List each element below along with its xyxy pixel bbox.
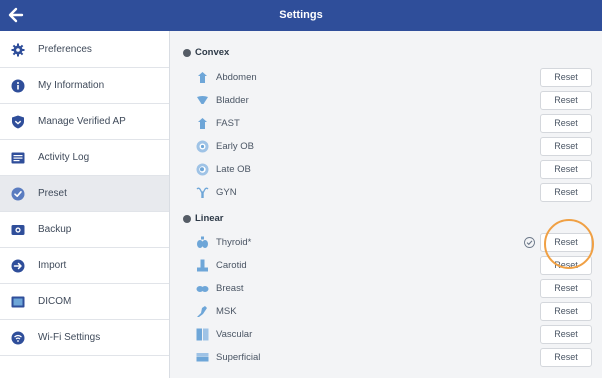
reset-button[interactable]: Reset (540, 183, 592, 202)
reset-button[interactable]: Reset (540, 68, 592, 87)
preset-label: Early OB (216, 141, 255, 152)
checkmark-circle-icon (524, 237, 535, 248)
reset-button[interactable]: Reset (540, 256, 592, 275)
preset-label: MSK (216, 306, 237, 317)
reset-button[interactable]: Reset (540, 137, 592, 156)
sidebar-item-manage-verified-ap[interactable]: Manage Verified AP (0, 104, 169, 140)
preset-row-superficial: Superficial Reset (170, 346, 602, 369)
reset-button[interactable]: Reset (540, 91, 592, 110)
sidebar-item-label: My Information (38, 80, 105, 91)
reset-button[interactable]: Reset (540, 325, 592, 344)
preset-row-gyn: GYN Reset (170, 181, 602, 204)
preset-label: Bladder (216, 95, 249, 106)
section-header-convex: Convex (183, 47, 229, 58)
preset-list: Convex Abdomen Reset Bladder Reset FAST … (170, 31, 602, 378)
sidebar-item-preferences[interactable]: Preferences (0, 32, 169, 68)
info-icon (11, 79, 25, 92)
bullet-icon (183, 214, 191, 223)
reset-button[interactable]: Reset (540, 279, 592, 298)
wifi-icon (11, 331, 25, 344)
preset-row-late-ob: Late OB Reset (170, 158, 602, 181)
gyn-icon (196, 187, 209, 198)
preset-label: Late OB (216, 164, 251, 175)
sidebar-item-activity-log[interactable]: Activity Log (0, 140, 169, 176)
sidebar-item-import[interactable]: Import (0, 248, 169, 284)
early-ob-icon (196, 140, 209, 153)
reset-button[interactable]: Reset (540, 114, 592, 133)
sidebar-item-label: Manage Verified AP (38, 116, 126, 127)
reset-button[interactable]: Reset (540, 348, 592, 367)
sidebar-item-label: Preset (38, 188, 67, 199)
preset-label: GYN (216, 187, 237, 198)
sidebar-item-label: Import (38, 260, 67, 271)
preset-label: Thyroid* (216, 237, 252, 248)
page-title: Settings (279, 9, 323, 21)
preset-row-early-ob: Early OB Reset (170, 135, 602, 158)
msk-icon (197, 306, 207, 317)
top-bar: Settings (0, 0, 602, 31)
sidebar-item-label: Preferences (38, 44, 92, 55)
carotid-icon (197, 259, 208, 272)
gear-icon (11, 43, 25, 56)
breast-icon (196, 286, 209, 292)
preset-row-abdomen: Abdomen Reset (170, 66, 602, 89)
fast-icon (198, 118, 207, 129)
sidebar-item-label: Activity Log (38, 152, 90, 163)
late-ob-icon (196, 163, 209, 176)
shield-icon (12, 115, 24, 128)
preset-row-bladder: Bladder Reset (170, 89, 602, 112)
vascular-icon (196, 328, 209, 341)
preset-row-breast: Breast Reset (170, 277, 602, 300)
sidebar-item-label: Wi-Fi Settings (38, 332, 101, 343)
reset-button[interactable]: Reset (540, 302, 592, 321)
preset-row-thyroid: Thyroid* Reset (170, 231, 602, 254)
sidebar: Preferences My Information Manage Verifi… (0, 31, 170, 378)
sidebar-item-dicom[interactable]: DICOM (0, 284, 169, 320)
bladder-icon (197, 96, 208, 104)
reset-button[interactable]: Reset (540, 160, 592, 179)
preset-label: Carotid (216, 260, 247, 271)
thyroid-icon (197, 236, 208, 248)
sidebar-item-label: Backup (38, 224, 72, 235)
preset-label: Abdomen (216, 72, 257, 83)
preset-row-vascular: Vascular Reset (170, 323, 602, 346)
checkmark-circle-icon (11, 187, 25, 200)
sidebar-item-wifi-settings[interactable]: Wi-Fi Settings (0, 320, 169, 356)
preset-label: Breast (216, 283, 244, 294)
reset-button[interactable]: Reset (540, 233, 592, 252)
preset-label: Vascular (216, 329, 253, 340)
preset-label: FAST (216, 118, 240, 129)
preset-row-msk: MSK Reset (170, 300, 602, 323)
import-icon (11, 259, 25, 272)
sidebar-item-my-information[interactable]: My Information (0, 68, 169, 104)
superficial-icon (196, 353, 209, 362)
backup-icon (11, 224, 25, 235)
sidebar-item-label: DICOM (38, 296, 72, 307)
bullet-icon (183, 48, 191, 57)
abdomen-icon (198, 72, 207, 83)
section-title: Linear (195, 213, 224, 224)
dicom-icon (11, 296, 25, 307)
sidebar-item-preset[interactable]: Preset (0, 176, 169, 212)
section-title: Convex (195, 47, 230, 58)
log-icon (11, 152, 25, 163)
preset-row-fast: FAST Reset (170, 112, 602, 135)
preset-row-carotid: Carotid Reset (170, 254, 602, 277)
section-header-linear: Linear (183, 213, 224, 224)
preset-label: Superficial (216, 352, 261, 363)
sidebar-item-backup[interactable]: Backup (0, 212, 169, 248)
